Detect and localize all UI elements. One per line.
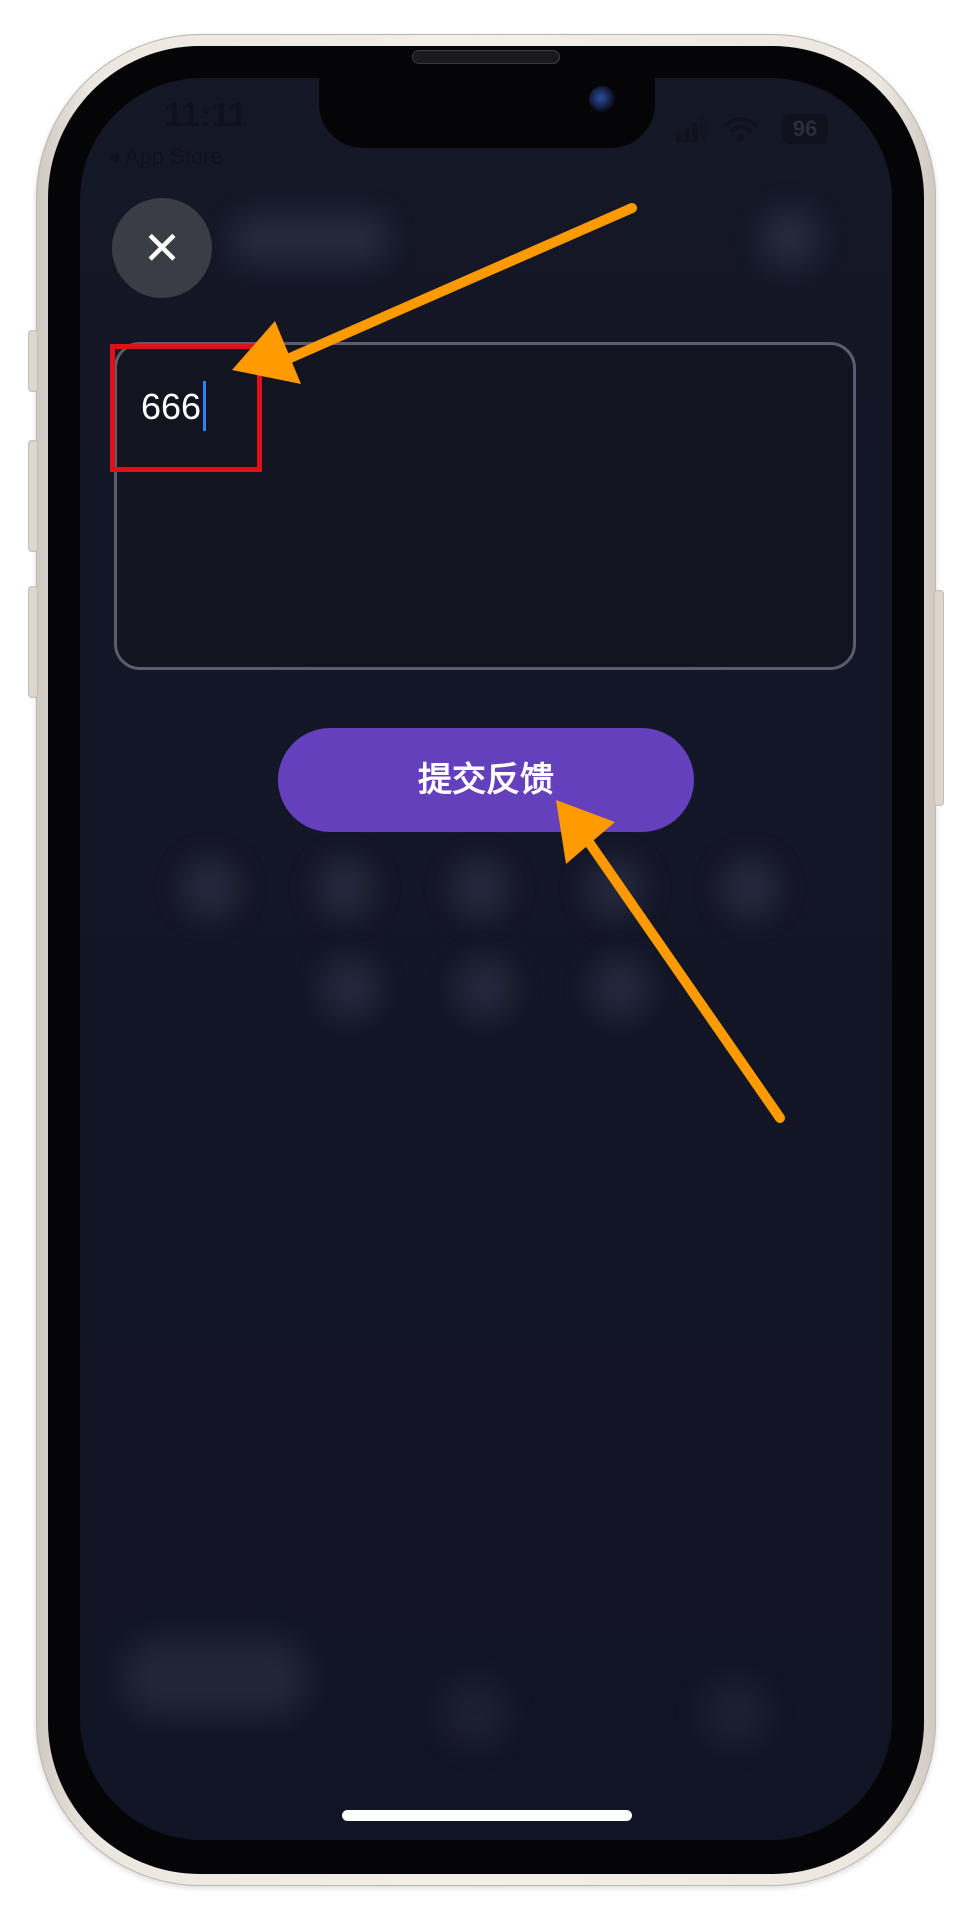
blurred-title [230, 214, 390, 264]
notch [319, 78, 655, 148]
volume-down-button [28, 586, 38, 698]
blurred-icon [720, 858, 780, 918]
battery-icon: 96 [782, 114, 828, 144]
wifi-icon [724, 117, 758, 142]
blurred-icon [585, 858, 645, 918]
blurred-tab-item [120, 1638, 310, 1718]
power-button [934, 590, 944, 806]
blurred-tab-item [700, 1678, 770, 1748]
blurred-icon [315, 858, 375, 918]
blurred-icon [590, 958, 650, 1018]
app-screen: 11:11 ◀ App Store 96 ✕ 666 提交反馈 [80, 78, 892, 1840]
earpiece-speaker [412, 50, 560, 64]
blurred-icon [455, 958, 515, 1018]
back-to-app-store[interactable]: ◀ App Store [108, 144, 223, 170]
back-triangle-icon: ◀ [108, 149, 119, 165]
blurred-icon [180, 858, 240, 918]
close-button[interactable]: ✕ [112, 198, 212, 298]
input-highlight-box [110, 344, 262, 472]
front-camera [589, 86, 615, 112]
close-icon: ✕ [142, 222, 182, 274]
signal-bar [692, 123, 698, 142]
submit-feedback-button[interactable]: 提交反馈 [278, 728, 694, 832]
status-time: 11:11 [164, 96, 248, 134]
blurred-corner-icon [760, 208, 820, 268]
blurred-tab-item [440, 1678, 510, 1748]
home-indicator[interactable] [342, 1810, 632, 1821]
volume-up-button [28, 440, 38, 552]
signal-icon [676, 116, 706, 142]
signal-bar [684, 129, 690, 142]
blurred-icon [450, 858, 510, 918]
blurred-icon [320, 958, 380, 1018]
signal-bar [700, 116, 706, 142]
back-label: App Store [124, 144, 223, 169]
mute-switch [28, 330, 38, 392]
signal-bar [676, 134, 682, 142]
